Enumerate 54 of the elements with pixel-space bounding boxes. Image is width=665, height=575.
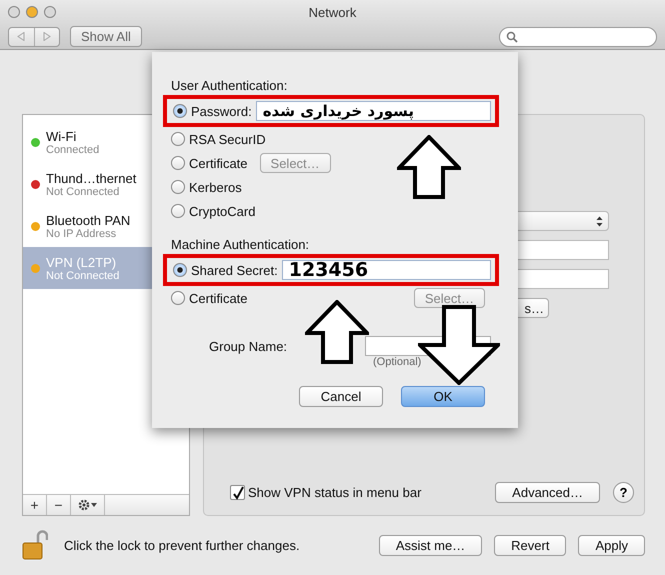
option-label: Certificate <box>189 290 248 306</box>
help-button[interactable]: ? <box>613 482 634 503</box>
radio-button[interactable] <box>171 291 185 305</box>
stepper-arrows-icon <box>596 216 603 226</box>
option-label: RSA SecurID <box>189 132 266 146</box>
radio-button[interactable] <box>171 156 185 170</box>
up-arrow-icon <box>305 300 369 364</box>
window-title: Network <box>308 4 358 20</box>
minimize-button[interactable] <box>26 6 38 18</box>
option-label: Certificate <box>189 156 248 170</box>
service-status: Not Connected <box>46 270 120 282</box>
text-field[interactable]: 123456 <box>282 260 491 280</box>
checkbox-label: Show VPN status in menu bar <box>248 485 422 500</box>
checkbox[interactable] <box>230 485 245 500</box>
option-label: Shared Secret: <box>191 262 278 278</box>
lock-message: Click the lock to prevent further changes. <box>64 538 301 552</box>
text-field[interactable]: پسورد خریداری شده <box>256 101 491 121</box>
radio-button[interactable] <box>173 263 187 277</box>
service-status: No IP Address <box>46 228 118 240</box>
radio-button[interactable] <box>173 104 187 118</box>
radio-button[interactable] <box>171 132 185 146</box>
service-status: Not Connected <box>46 186 120 198</box>
service-name: VPN (L2TP) <box>46 254 116 270</box>
zoom-button[interactable] <box>44 6 56 18</box>
footer-button[interactable]: Revert <box>494 534 566 556</box>
option-label: CryptoCard <box>189 204 256 218</box>
padlock-icon <box>22 530 48 560</box>
service-name: Bluetooth PAN <box>46 212 130 228</box>
advanced-button[interactable]: Advanced… <box>495 482 600 503</box>
option-label: Password: <box>191 104 252 118</box>
group-name-label: Group Name: <box>209 338 288 354</box>
section-heading: User Authentication: <box>171 78 288 93</box>
forward-icon <box>42 32 51 41</box>
search-icon <box>506 30 518 42</box>
close-button[interactable] <box>8 6 20 18</box>
cancel-button[interactable]: Cancel <box>299 386 383 407</box>
ok-button[interactable]: OK <box>401 386 485 407</box>
remove-button[interactable]: − <box>47 495 71 515</box>
footer-button[interactable]: Apply <box>578 534 645 556</box>
back-icon <box>17 32 26 41</box>
radio-button[interactable] <box>171 180 185 194</box>
up-arrow-icon <box>397 135 461 199</box>
service-name: Thund…thernet <box>46 170 136 186</box>
optional-hint: (Optional) <box>373 356 422 368</box>
search-field[interactable] <box>499 26 657 46</box>
add-button[interactable]: + <box>23 495 47 515</box>
footer-button[interactable]: Assist me… <box>378 534 482 556</box>
gear-icon <box>78 499 98 511</box>
option-label: Kerberos <box>189 180 242 194</box>
checkmark-icon <box>232 486 244 500</box>
service-status: Connected <box>46 144 100 156</box>
radio-button[interactable] <box>171 204 185 218</box>
show-all-button[interactable]: Show All <box>70 26 142 47</box>
service-name: Wi-Fi <box>46 128 78 144</box>
